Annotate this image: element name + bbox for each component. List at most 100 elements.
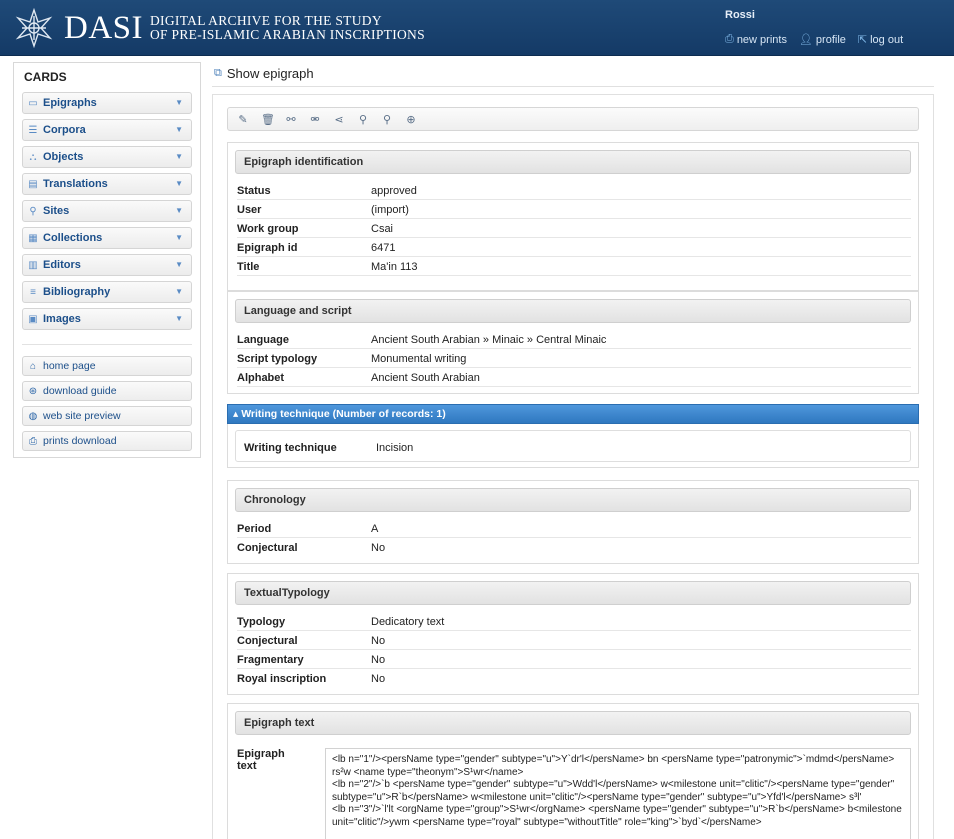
- sidebar-item-sites[interactable]: ⚲ Sites ▼: [22, 200, 192, 222]
- zoom-out-icon[interactable]: ⚲: [381, 113, 393, 126]
- field-row: Language Ancient South Arabian » Minaic …: [237, 330, 911, 349]
- field-row: Royal inscription No: [237, 669, 911, 688]
- field-row: User (import): [237, 200, 911, 219]
- section-language-and-script: Language and script Language Ancient Sou…: [227, 291, 919, 394]
- sidebar-item-collections[interactable]: ▦ Collections ▼: [22, 227, 192, 249]
- field-value: Ancient South Arabian: [371, 372, 480, 384]
- sidebar-item-label: Objects: [43, 151, 84, 163]
- field-value: No: [371, 654, 386, 666]
- section-heading: TextualTypology: [235, 581, 911, 605]
- field-row: Status approved: [237, 181, 911, 200]
- sidebar-item-label: Images: [43, 313, 81, 325]
- section-heading: Epigraph identification: [235, 150, 911, 174]
- sidebar-item-bibliography[interactable]: ≡ Bibliography ▼: [22, 281, 192, 303]
- bibliography-icon: ≡: [30, 286, 36, 298]
- field-label: Epigraph id: [237, 242, 298, 254]
- unlink-icon[interactable]: ⚮: [309, 113, 321, 126]
- writing-technique-panel: Writing technique Incision: [227, 424, 919, 468]
- sidebar-link-label: download guide: [43, 385, 117, 397]
- external-link-icon: ⧉: [214, 67, 222, 79]
- sidebar-item-editors[interactable]: ▥ Editors ▼: [22, 254, 192, 276]
- field-row: Period A: [237, 519, 911, 538]
- sidebar-item-corpora[interactable]: ☰ Corpora ▼: [22, 119, 192, 141]
- field-row: Epigraph id 6471: [237, 238, 911, 257]
- edit-icon[interactable]: ✎: [237, 113, 249, 126]
- help-icon: ⊛: [28, 385, 38, 397]
- sidebar-item-epigraphs[interactable]: ▭ Epigraphs ▼: [22, 92, 192, 114]
- field-label: Status: [237, 185, 271, 197]
- field-value: Dedicatory text: [371, 616, 445, 628]
- editors-icon: ▥: [28, 259, 38, 271]
- field-value: Monumental writing: [371, 353, 467, 365]
- sidebar-item-label: Bibliography: [43, 286, 111, 298]
- profile-link[interactable]: 👤︎ profile: [799, 33, 846, 47]
- map-pin-icon: ⚲: [29, 205, 37, 217]
- page-title: ⧉ Show epigraph: [214, 66, 314, 81]
- logout-link[interactable]: ⇱ log out: [857, 33, 904, 47]
- chevron-down-icon: ▼: [175, 287, 183, 296]
- title-divider: [212, 86, 934, 87]
- logout-icon: ⇱: [857, 34, 868, 46]
- field-row: Typology Dedicatory text: [237, 612, 911, 631]
- field-label: Script typology: [237, 353, 318, 365]
- epigraph-text-content[interactable]: <lb n="1"/><persName type="gender" subty…: [325, 748, 911, 839]
- globe-icon[interactable]: ⊕: [405, 113, 417, 126]
- field-value: Ancient South Arabian » Minaic » Central…: [371, 334, 607, 346]
- field-label: Conjectural: [237, 542, 298, 554]
- document-icon: ▤: [28, 178, 38, 190]
- field-value: 6471: [371, 242, 396, 254]
- field-label: Conjectural: [237, 635, 298, 647]
- field-label: Language: [237, 334, 289, 346]
- field-value: Incision: [376, 442, 414, 454]
- download-guide-link[interactable]: ⊛ download guide: [22, 381, 192, 401]
- field-label: Work group: [237, 223, 299, 235]
- writing-technique-toggle[interactable]: ▴ Writing technique (Number of records: …: [227, 404, 919, 424]
- logout-label: log out: [870, 33, 904, 46]
- field-value: (import): [371, 204, 409, 216]
- field-label: Writing technique: [244, 442, 337, 454]
- sidebar-item-label: Translations: [43, 178, 108, 190]
- header-links: ⎙ new prints 👤︎ profile ⇱ log out: [725, 33, 903, 46]
- field-value: A: [371, 523, 379, 535]
- chevron-down-icon: ▼: [175, 125, 183, 134]
- share-icon[interactable]: ⋖: [333, 113, 345, 126]
- sidebar-title: CARDS: [24, 70, 67, 84]
- field-row: Work group Csai: [237, 219, 911, 238]
- printer-icon: ⎙: [29, 435, 37, 447]
- field-label: Typology: [237, 616, 286, 628]
- delete-icon[interactable]: 🗑︎: [261, 113, 275, 126]
- logo-subtitle-line2: OF PRE-ISLAMIC ARABIAN INSCRIPTIONS: [150, 27, 425, 42]
- field-label: User: [237, 204, 262, 216]
- chevron-down-icon: ▼: [175, 233, 183, 242]
- app-logo-subtitle: DIGITAL ARCHIVE FOR THE STUDY OF PRE-ISL…: [150, 14, 425, 42]
- new-prints-link[interactable]: ⎙ new prints: [725, 33, 787, 46]
- chevron-down-icon: ▼: [175, 260, 183, 269]
- prints-download-link[interactable]: ⎙ prints download: [22, 431, 192, 451]
- field-row: Title Ma'in 113: [237, 257, 911, 276]
- sidebar-item-label: Editors: [43, 259, 81, 271]
- page-title-text: Show epigraph: [226, 66, 314, 81]
- sidebar-item-label: Epigraphs: [43, 97, 97, 109]
- logo-subtitle-line1: DIGITAL ARCHIVE FOR THE STUDY: [150, 13, 382, 28]
- current-user-name: Rossi: [725, 9, 755, 21]
- object-icon: ⛬: [29, 151, 37, 163]
- sidebar: CARDS ▭ Epigraphs ▼ ☰ Corpora ▼ ⛬ Object…: [13, 62, 201, 458]
- zoom-in-icon[interactable]: ⚲: [357, 113, 369, 126]
- app-header: DASI DIGITAL ARCHIVE FOR THE STUDY OF PR…: [0, 0, 954, 56]
- action-toolbar: ✎ 🗑︎ ⚯ ⚮ ⋖ ⚲ ⚲ ⊕: [227, 107, 919, 131]
- web-site-preview-link[interactable]: ◍ web site preview: [22, 406, 192, 426]
- field-value: Csai: [371, 223, 394, 235]
- field-label: Fragmentary: [237, 654, 304, 666]
- sidebar-item-translations[interactable]: ▤ Translations ▼: [22, 173, 192, 195]
- link-icon[interactable]: ⚯: [285, 113, 297, 126]
- new-prints-label: new prints: [736, 33, 787, 46]
- field-row: Conjectural No: [237, 631, 911, 650]
- section-chronology: Chronology Period A Conjectural No: [227, 480, 919, 564]
- printer-icon: ⎙: [725, 33, 734, 45]
- field-row: Alphabet Ancient South Arabian: [237, 368, 911, 387]
- sidebar-item-images[interactable]: ▣ Images ▼: [22, 308, 192, 330]
- field-value: No: [371, 635, 386, 647]
- home-page-link[interactable]: ⌂ home page: [22, 356, 192, 376]
- sidebar-item-objects[interactable]: ⛬ Objects ▼: [22, 146, 192, 168]
- home-icon: ⌂: [29, 360, 37, 372]
